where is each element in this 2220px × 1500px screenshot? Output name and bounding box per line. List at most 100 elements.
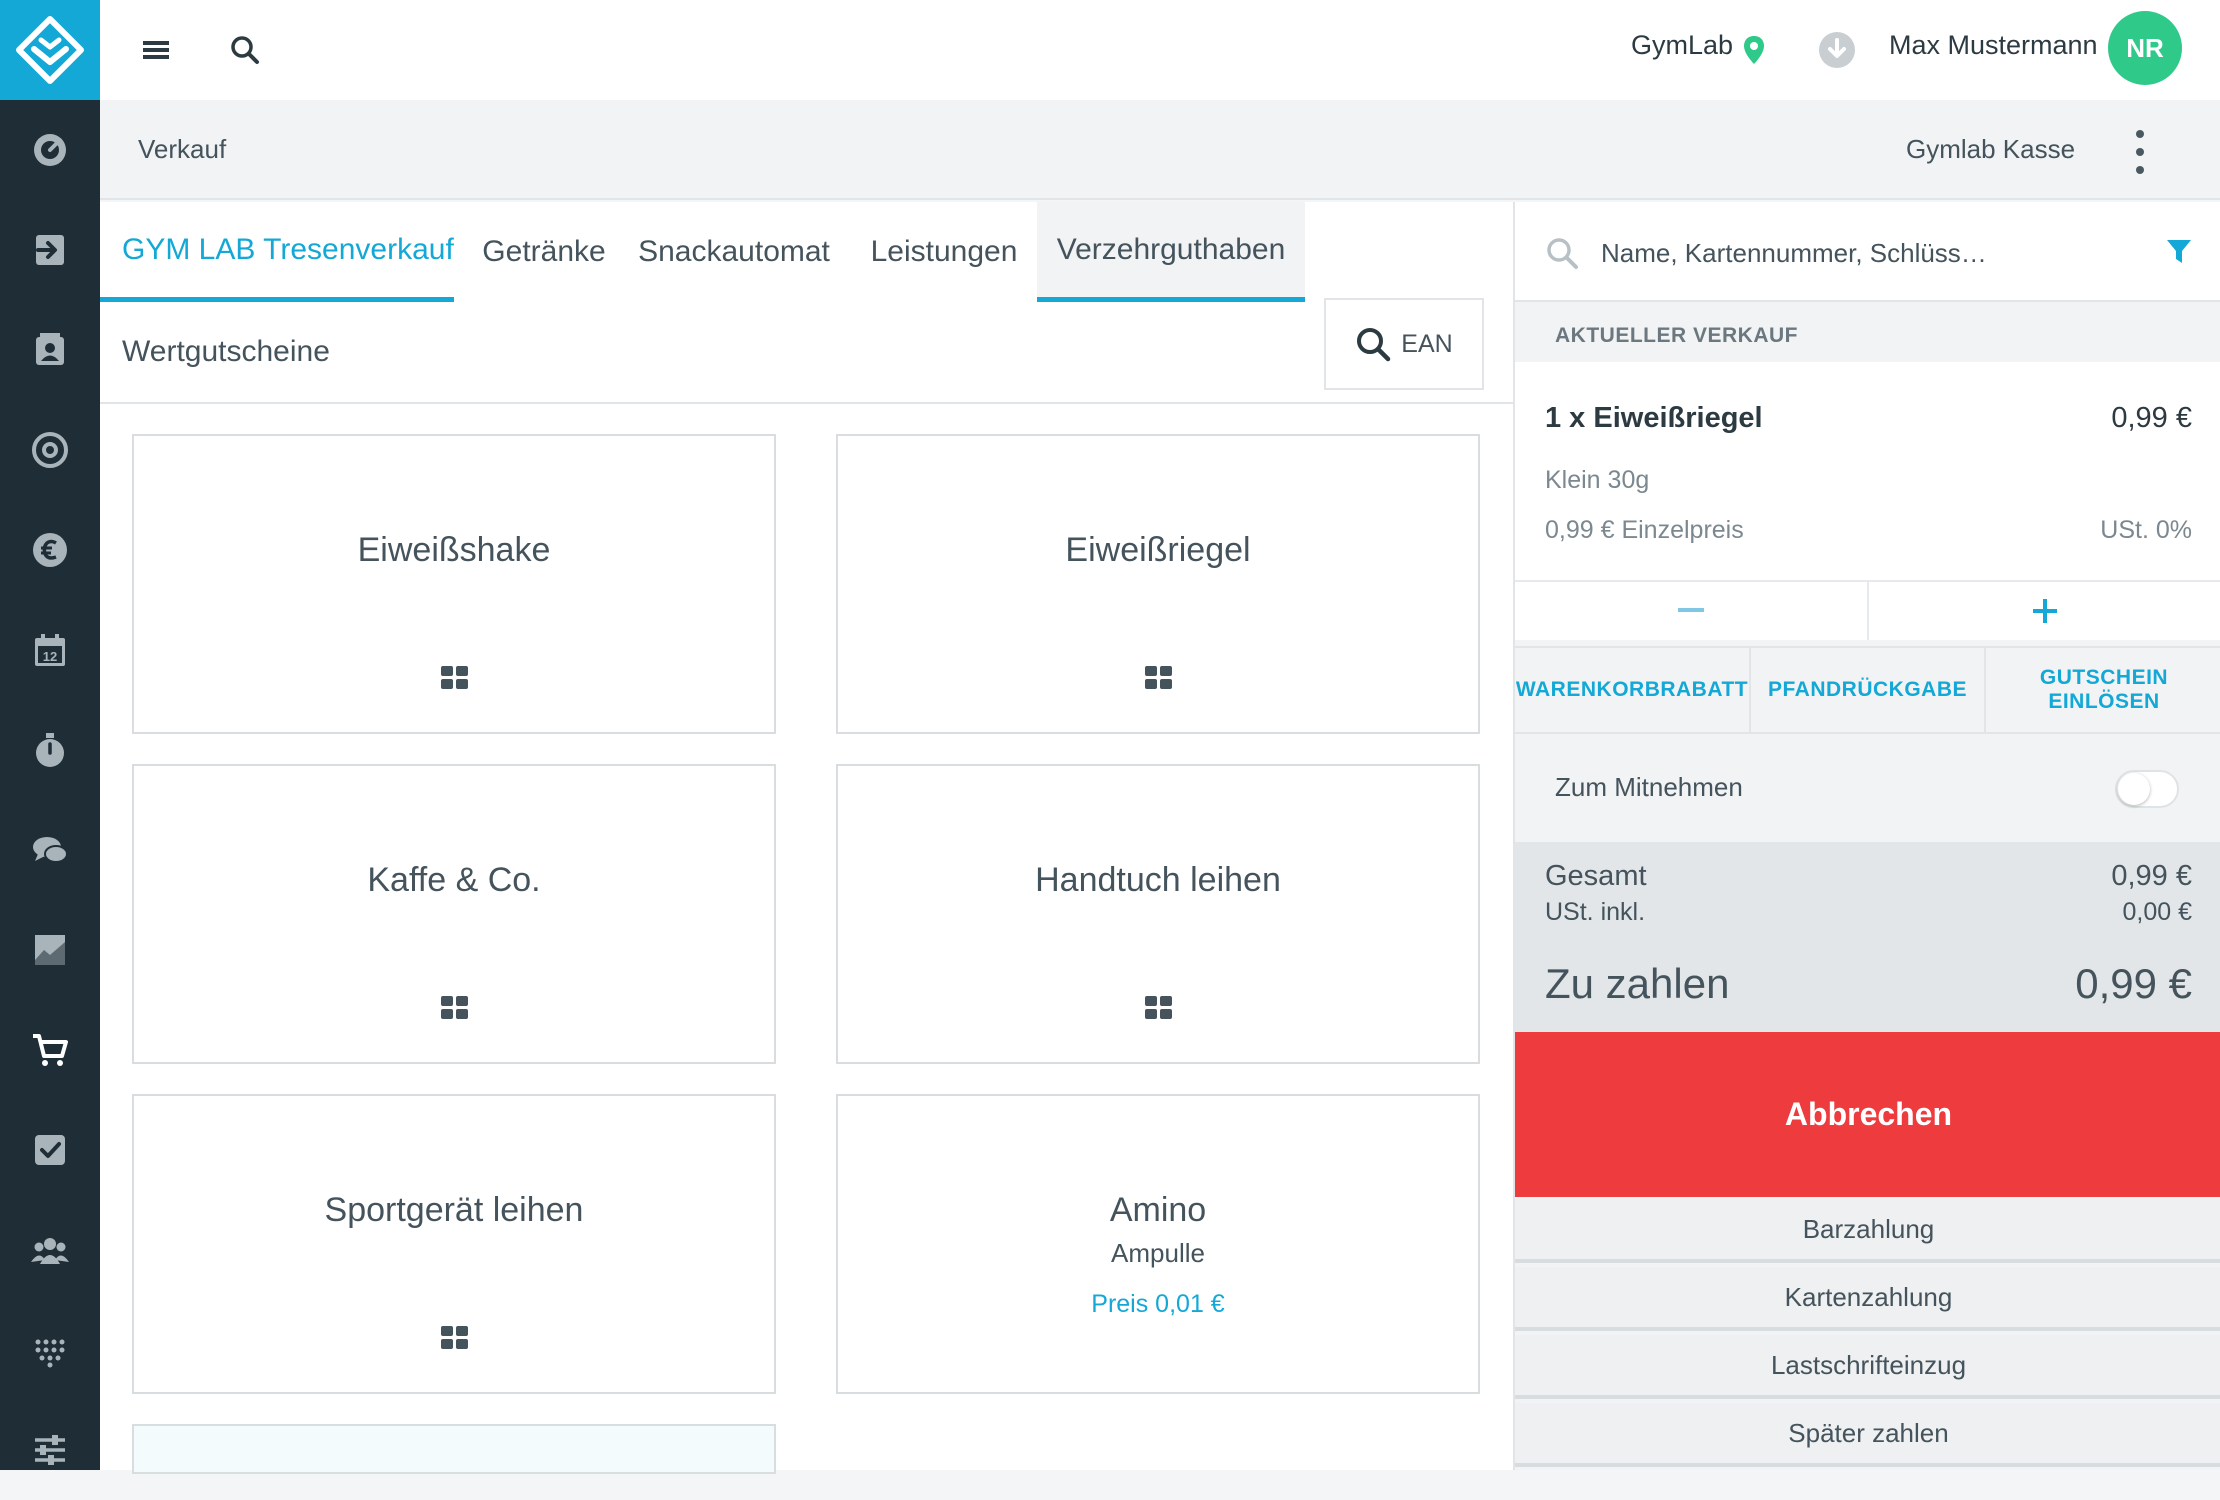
sidebar: 12 xyxy=(0,0,100,1470)
sidebar-item-settings[interactable] xyxy=(0,1400,100,1500)
divider xyxy=(100,402,1513,404)
sidebar-item-statistics[interactable] xyxy=(0,900,100,1000)
search-placeholder: Name, Kartennummer, Schlüss… xyxy=(1601,238,1987,268)
cart-item-tax: USt. 0% xyxy=(2100,516,2192,544)
chart-icon xyxy=(35,935,65,965)
sidebar-item-shop[interactable] xyxy=(0,1000,100,1100)
sidebar-item-modules[interactable] xyxy=(0,1300,100,1400)
more-options-button[interactable] xyxy=(2130,130,2150,174)
category-grid-icon xyxy=(1145,996,1172,1019)
product-tile-eiweissriegel[interactable]: Eiweißriegel xyxy=(836,434,1480,734)
product-name: Kaffe & Co. xyxy=(367,861,541,899)
tab-gym-lab-tresenverkauf[interactable]: GYM LAB Tresenverkauf xyxy=(100,202,454,302)
chat-icon xyxy=(33,837,68,863)
tab-snackautomat[interactable]: Snackautomat xyxy=(626,202,842,302)
deposit-return-button[interactable]: PFANDRÜCKGABE xyxy=(1751,646,1986,734)
tab-leistungen[interactable]: Leistungen xyxy=(852,202,1036,302)
total-label: Gesamt xyxy=(1545,860,1647,892)
contact-card-icon xyxy=(36,333,64,365)
svg-text:12: 12 xyxy=(43,649,57,664)
sidebar-item-finance[interactable] xyxy=(0,500,100,600)
sign-in-icon xyxy=(36,235,64,265)
location-name[interactable]: GymLab xyxy=(1631,30,1733,61)
total-value: 0,99 € xyxy=(2111,860,2192,892)
dots-grid-icon xyxy=(35,1339,65,1368)
menu-button[interactable] xyxy=(132,25,182,75)
sidebar-item-members[interactable] xyxy=(0,1200,100,1300)
product-tile-kaffee[interactable]: Kaffe & Co. xyxy=(132,764,776,1064)
decrease-quantity-button[interactable] xyxy=(1515,582,1867,640)
dot-icon xyxy=(2136,148,2144,156)
register-name[interactable]: Gymlab Kasse xyxy=(1906,134,2075,165)
search-button[interactable] xyxy=(220,25,270,75)
dot-icon xyxy=(2136,166,2144,174)
tax-value: 0,00 € xyxy=(2122,898,2192,926)
customer-search[interactable]: Name, Kartennummer, Schlüss… xyxy=(1515,202,2220,302)
toggle-knob xyxy=(2118,773,2150,805)
product-subtitle: Ampulle xyxy=(1111,1238,1205,1268)
sidebar-item-calendar[interactable]: 12 xyxy=(0,600,100,700)
redeem-voucher-button[interactable]: GUTSCHEIN EINLÖSEN xyxy=(1986,646,2220,734)
cart-panel: Name, Kartennummer, Schlüss… AKTUELLER V… xyxy=(1513,202,2220,1470)
filter-icon[interactable] xyxy=(2166,238,2192,266)
takeaway-label: Zum Mitnehmen xyxy=(1555,772,1743,802)
logo-icon xyxy=(16,16,84,84)
lifebuoy-icon xyxy=(32,432,68,468)
sidebar-item-timer[interactable] xyxy=(0,700,100,800)
product-panel: GYM LAB Tresenverkauf Getränke Snackauto… xyxy=(100,202,1513,1474)
calendar-icon: 12 xyxy=(35,634,65,666)
cart-item[interactable]: 1 x Eiweißriegel 0,99 € Klein 30g 0,99 €… xyxy=(1515,362,2220,580)
app-logo[interactable] xyxy=(0,0,100,100)
page-header: Verkauf Gymlab Kasse xyxy=(100,100,2220,200)
gauge-icon xyxy=(34,134,66,166)
amount-due-value: 0,99 € xyxy=(2075,960,2192,1007)
totals-box: Gesamt 0,99 € USt. inkl. 0,00 € Zu zahle… xyxy=(1515,842,2220,1032)
sidebar-item-tasks[interactable] xyxy=(0,1100,100,1200)
ean-search-button[interactable]: EAN xyxy=(1324,298,1484,390)
search-icon xyxy=(1547,238,1578,269)
download-icon[interactable] xyxy=(1818,31,1856,69)
product-tile-eiweissshake[interactable]: Eiweißshake xyxy=(132,434,776,734)
location-pin-icon xyxy=(1744,36,1764,64)
basket-discount-button[interactable]: WARENKORBRABATT xyxy=(1515,646,1751,734)
category-grid-icon xyxy=(441,996,468,1019)
product-price: Preis 0,01 € xyxy=(1091,1290,1225,1318)
stopwatch-icon xyxy=(36,733,64,767)
sidebar-item-dashboard[interactable] xyxy=(0,100,100,200)
dot-icon xyxy=(2136,130,2144,138)
category-grid-icon xyxy=(441,666,468,689)
product-tile-sportgeraet-leihen[interactable]: Sportgerät leihen xyxy=(132,1094,776,1394)
cart-item-price: 0,99 € xyxy=(2111,402,2192,434)
tax-label: USt. inkl. xyxy=(1545,898,1646,926)
product-name: Eiweißriegel xyxy=(1065,531,1251,569)
card-payment-button[interactable]: Kartenzahlung xyxy=(1515,1267,2220,1331)
user-name[interactable]: Max Mustermann xyxy=(1889,30,2098,61)
sidebar-item-support[interactable] xyxy=(0,400,100,500)
increase-quantity-button[interactable] xyxy=(1869,582,2220,640)
cart-item-title: 1 x Eiweißriegel xyxy=(1545,402,1763,434)
page-title: Verkauf xyxy=(138,134,227,164)
cancel-button[interactable]: Abbrechen xyxy=(1515,1032,2220,1197)
direct-debit-button[interactable]: Lastschrifteinzug xyxy=(1515,1335,2220,1399)
plus-icon xyxy=(2033,599,2057,623)
product-name: Handtuch leihen xyxy=(1035,861,1281,899)
tab-getraenke[interactable]: Getränke xyxy=(474,202,614,302)
product-tile-partial[interactable] xyxy=(132,1424,776,1474)
sidebar-item-checkin[interactable] xyxy=(0,200,100,300)
takeaway-row: Zum Mitnehmen xyxy=(1515,734,2220,842)
pay-later-button[interactable]: Später zahlen xyxy=(1515,1403,2220,1467)
avatar[interactable]: NR xyxy=(2108,11,2182,85)
product-tile-handtuch-leihen[interactable]: Handtuch leihen xyxy=(836,764,1480,1064)
tab-verzehrguthaben[interactable]: Verzehrguthaben xyxy=(1037,202,1305,302)
users-icon xyxy=(31,1238,69,1264)
cart-actions: WARENKORBRABATT PFANDRÜCKGABE GUTSCHEIN … xyxy=(1515,646,2220,734)
product-name: Amino xyxy=(1109,1191,1207,1229)
top-bar: GymLab Max Mustermann NR xyxy=(100,0,2220,100)
tab-wertgutscheine[interactable]: Wertgutscheine xyxy=(100,302,400,402)
sidebar-item-messages[interactable] xyxy=(0,800,100,900)
product-tile-amino[interactable]: Amino Ampulle Preis 0,01 € xyxy=(836,1094,1480,1394)
sliders-icon xyxy=(35,1435,65,1465)
takeaway-toggle[interactable] xyxy=(2115,770,2179,808)
sidebar-item-contacts[interactable] xyxy=(0,300,100,400)
cash-payment-button[interactable]: Barzahlung xyxy=(1515,1199,2220,1263)
